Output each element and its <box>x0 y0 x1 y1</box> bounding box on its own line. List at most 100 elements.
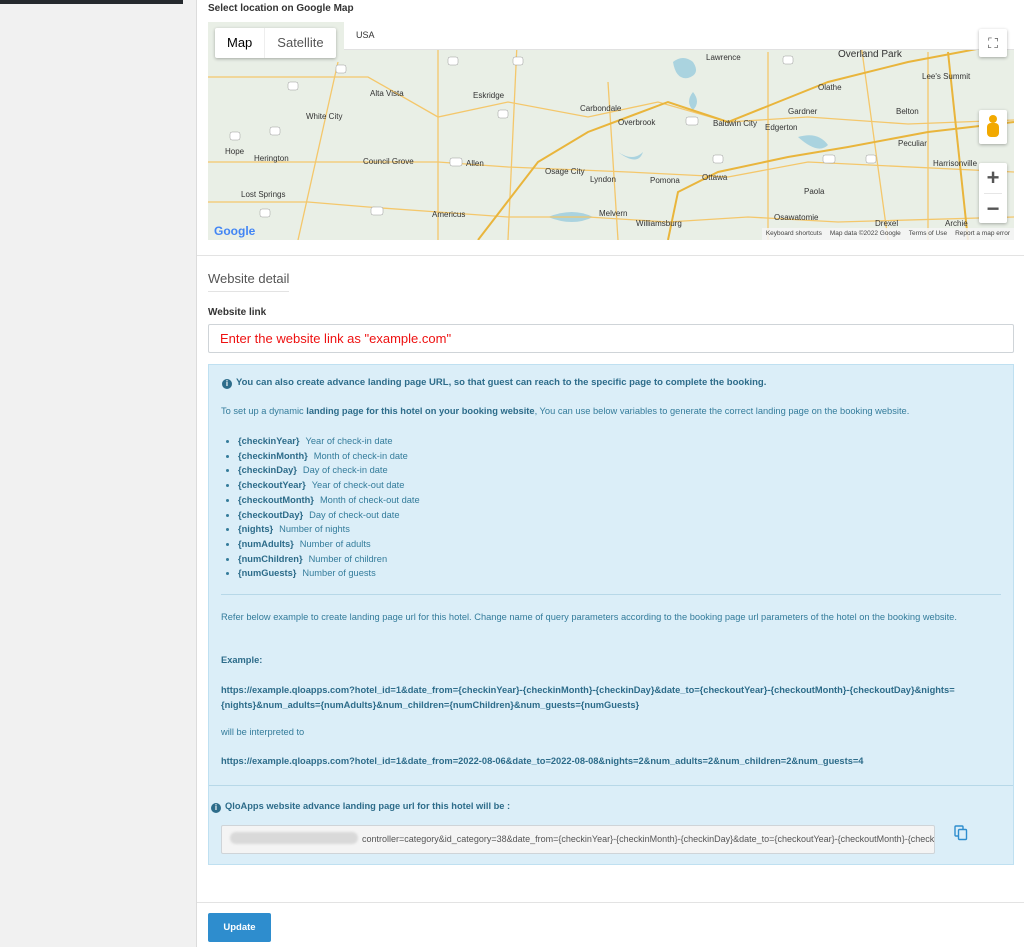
list-item: {checkoutYear} Year of check-out date <box>238 478 420 493</box>
map-town-label: Americus <box>432 210 466 219</box>
map-search-input[interactable]: USA <box>344 22 1014 50</box>
keyboard-shortcuts-link[interactable]: Keyboard shortcuts <box>762 228 826 240</box>
map-town-label: Archie <box>945 219 968 228</box>
info-icon: i <box>222 379 232 389</box>
website-link-input[interactable]: Enter the website link as "example.com" <box>208 324 1014 353</box>
terms-link[interactable]: Terms of Use <box>905 228 951 240</box>
section-divider <box>197 255 1024 256</box>
list-item: {numChildren} Number of children <box>238 552 420 567</box>
example-url: https://example.qloapps.com?hotel_id=1&d… <box>221 685 955 710</box>
map-town-label: Drexel <box>875 219 899 228</box>
map-town-label: Paola <box>804 187 825 196</box>
map-town-label: Belton <box>896 107 919 116</box>
map-town-label: Herington <box>254 154 289 163</box>
zoom-control: + − <box>979 163 1007 223</box>
info-divider <box>209 785 1013 786</box>
variable-key: {numGuests} <box>238 568 297 579</box>
map-town-label: Gardner <box>788 107 818 116</box>
variable-key: {nights} <box>238 524 274 535</box>
sidebar-top-bar <box>0 0 183 4</box>
zoom-out-button[interactable]: − <box>979 194 1007 224</box>
variable-key: {checkinMonth} <box>238 450 308 461</box>
pegman-icon[interactable] <box>979 110 1007 144</box>
map-section-label: Select location on Google Map <box>208 3 354 14</box>
map-town-label: Council Grove <box>363 157 414 166</box>
variable-desc: Month of check-out date <box>319 494 420 505</box>
website-link-label: Website link <box>208 307 267 318</box>
admin-sidebar <box>0 0 197 947</box>
variables-list: {checkinYear} Year of check-in date {chec… <box>221 434 420 581</box>
hotel-form-content: Select location on Google Map Overland P… <box>197 0 1024 947</box>
update-button[interactable]: Update <box>208 913 271 942</box>
map-town-label: Overland Park <box>838 49 902 60</box>
zoom-in-button[interactable]: + <box>979 163 1007 193</box>
google-logo-text: Google <box>214 224 256 238</box>
variable-key: {checkoutMonth} <box>238 494 314 505</box>
list-item: {checkinMonth} Month of check-in date <box>238 449 420 464</box>
map-town-label: Lee's Summit <box>922 72 971 81</box>
map-town-label: Hope <box>225 147 245 156</box>
variable-key: {checkoutYear} <box>238 480 306 491</box>
variable-key: {checkinDay} <box>238 465 297 476</box>
copy-icon[interactable] <box>954 825 968 841</box>
landing-url-field[interactable]: controller=category&id_category=38&date_… <box>221 825 935 854</box>
variable-key: {checkoutDay} <box>238 509 304 520</box>
map-town-label: Baldwin City <box>713 119 758 128</box>
intro-prefix: To set up a dynamic <box>221 406 307 416</box>
map-town-label: Carbondale <box>580 104 622 113</box>
report-error-link[interactable]: Report a map error <box>951 228 1014 240</box>
map-type-control: Map Satellite <box>215 28 336 58</box>
variable-desc: Day of check-in date <box>302 465 388 476</box>
map-town-label: Allen <box>466 159 484 168</box>
map-town-label: Ottawa <box>702 173 728 182</box>
pegman-head <box>989 115 997 123</box>
qloapps-url-label-text: QloApps website advance landing page url… <box>225 801 511 811</box>
intro-suffix: , You can use below variables to generat… <box>534 406 910 416</box>
map-town-label: Osawatomie <box>774 213 819 222</box>
map-town-label: Lost Springs <box>241 190 286 199</box>
map-town-label: Melvern <box>599 209 628 218</box>
qloapps-url-label: i QloApps website advance landing page ur… <box>211 801 510 813</box>
list-item: {checkoutMonth} Month of check-out date <box>238 493 420 508</box>
list-item: {checkoutDay} Day of check-out date <box>238 508 420 523</box>
interpreted-text: will be interpreted to <box>221 727 305 737</box>
map-town-label: Olathe <box>818 83 842 92</box>
footer-divider <box>197 902 1024 903</box>
map-town-label: Osage City <box>545 167 585 176</box>
map-town-label: Harrisonville <box>933 159 978 168</box>
map-town-label: Peculiar <box>898 139 927 148</box>
map-town-label: Overbrook <box>618 118 656 127</box>
variable-desc: Number of nights <box>279 524 350 535</box>
list-item: {numGuests} Number of guests <box>238 566 420 581</box>
variable-desc: Month of check-in date <box>313 450 408 461</box>
refer-text: Refer below example to create landing pa… <box>221 612 957 622</box>
map-town-label: Alta Vista <box>370 89 404 98</box>
variable-desc: Number of adults <box>299 538 371 549</box>
map-data-text: Map data ©2022 Google <box>829 230 901 237</box>
google-map[interactable]: Overland Park Lawrence Lee's Summit Olat… <box>208 22 1014 240</box>
info-divider <box>221 594 1001 595</box>
map-type-satellite-button[interactable]: Satellite <box>264 28 335 58</box>
google-logo: Google <box>214 224 255 238</box>
section-title: Website detail <box>208 271 290 292</box>
landing-page-info-box: i You can also create advance landing pag… <box>208 364 1014 865</box>
map-town-label: Edgerton <box>765 123 798 132</box>
map-town-label: Lyndon <box>590 175 616 184</box>
list-item: {nights} Number of nights <box>238 522 420 537</box>
map-town-label: Lawrence <box>706 53 741 62</box>
map-type-map-button[interactable]: Map <box>215 28 264 58</box>
info-icon: i <box>211 803 221 813</box>
landing-url-value: controller=category&id_category=38&date_… <box>362 834 935 844</box>
list-item: {numAdults} Number of adults <box>238 537 420 552</box>
variable-desc: Number of guests <box>302 568 376 579</box>
list-item: {checkinYear} Year of check-in date <box>238 434 420 449</box>
variable-desc: Year of check-in date <box>305 436 393 446</box>
variable-desc: Year of check-out date <box>311 480 405 491</box>
list-item: {checkinDay} Day of check-in date <box>238 463 420 478</box>
intro-bold: landing page for this hotel on your book… <box>306 406 535 416</box>
map-town-label: Eskridge <box>473 91 505 100</box>
fullscreen-icon[interactable]: ⛶ <box>979 29 1007 57</box>
example-label: Example: <box>221 655 263 665</box>
variable-key: {numAdults} <box>238 538 294 549</box>
info-headline: i You can also create advance landing pag… <box>222 377 766 389</box>
